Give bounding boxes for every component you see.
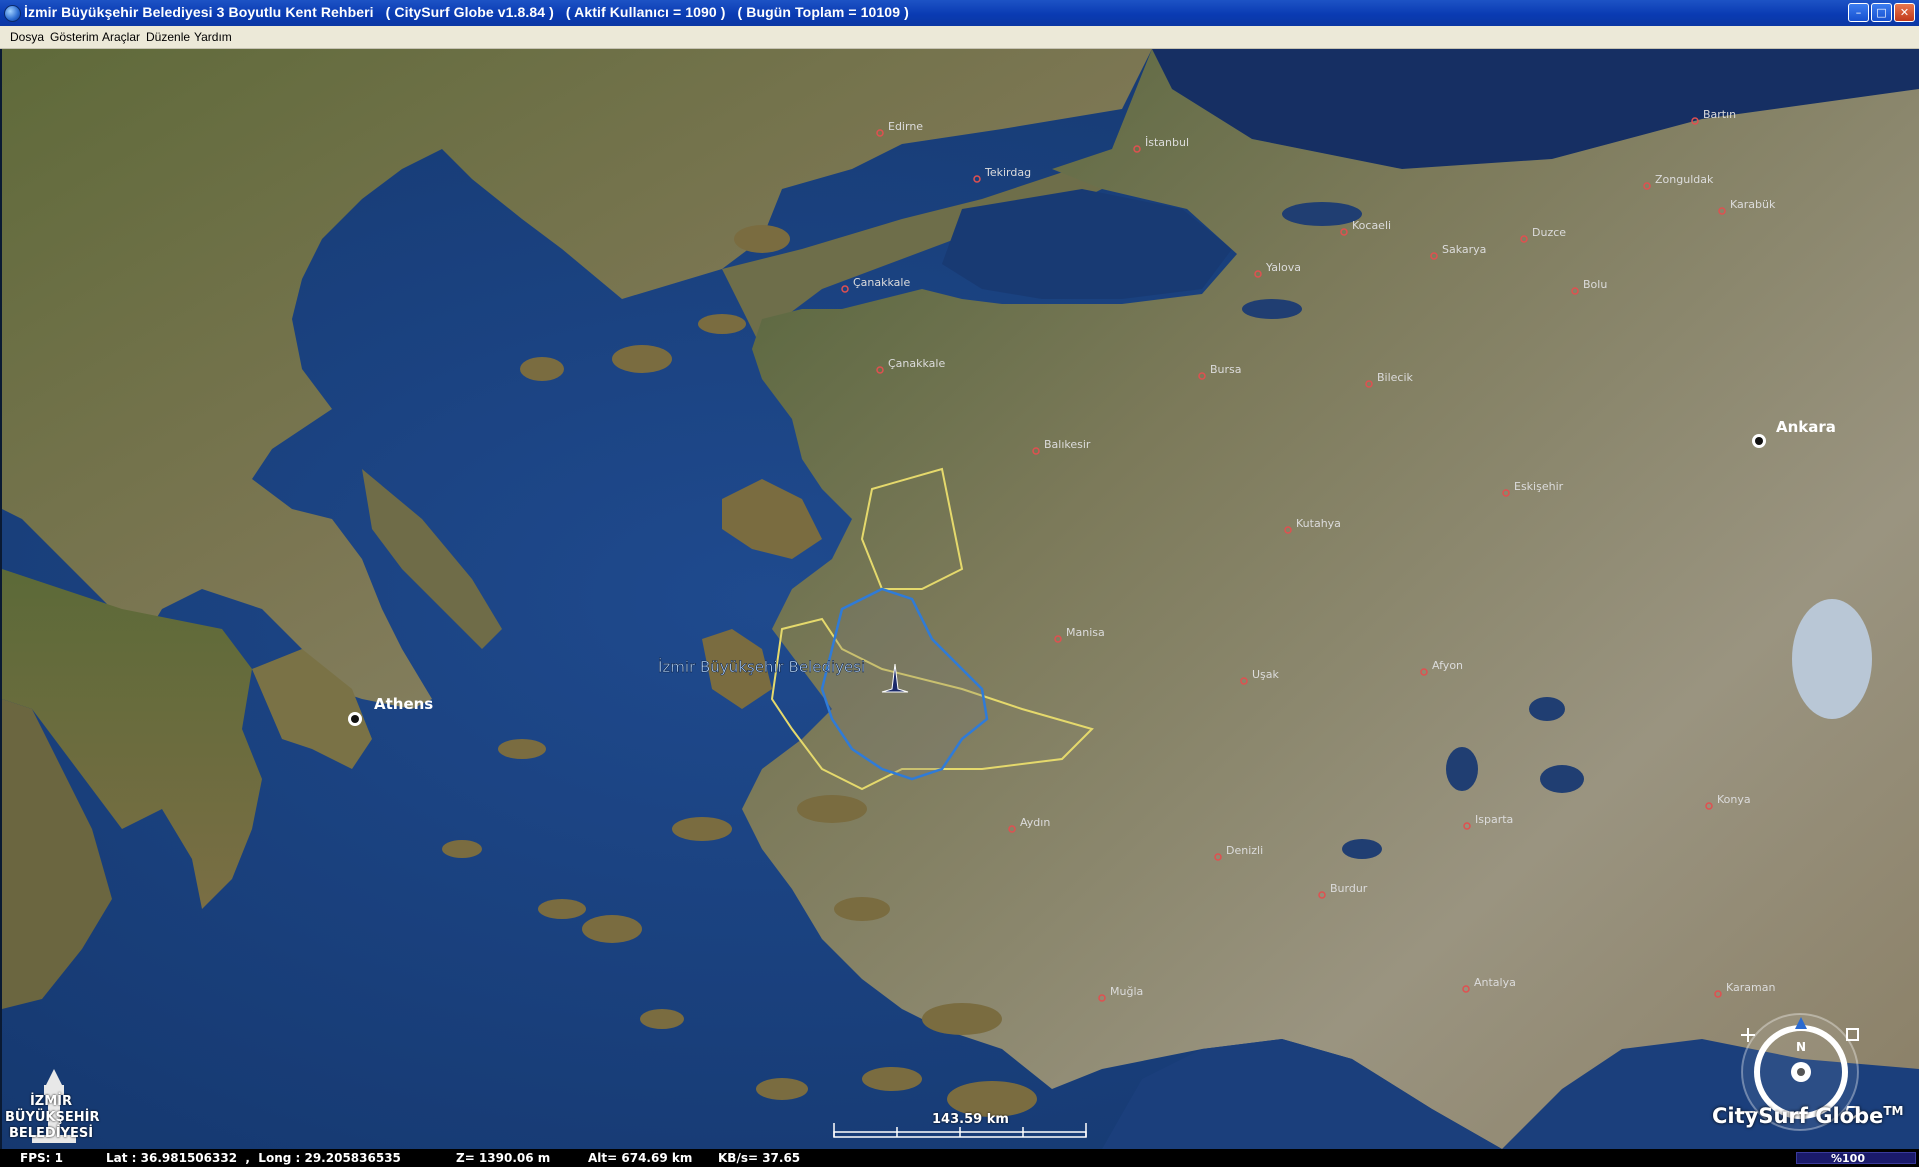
close-button[interactable]: ✕	[1894, 3, 1915, 22]
izmir-focus-label: İzmir Büyükşehir Belediyesi	[658, 657, 865, 676]
status-altitude: Alt= 674.69 km	[588, 1151, 693, 1165]
city-label: Konya	[1717, 793, 1751, 806]
menu-duzenle[interactable]: Düzenle	[146, 30, 190, 44]
citysurf-brand: CitySurf GlobeTM	[1712, 1104, 1904, 1128]
window-controls: – □ ✕	[1848, 3, 1915, 22]
city-label: Aydın	[1020, 816, 1050, 829]
city-label: Karabük	[1730, 198, 1776, 211]
city-label: Bolu	[1583, 278, 1607, 291]
city-label: Duzce	[1532, 226, 1566, 239]
status-fps: FPS: 1	[20, 1151, 63, 1165]
city-label: Denizli	[1226, 844, 1263, 857]
city-label: Bartın	[1703, 108, 1736, 121]
city-label: Antalya	[1474, 976, 1516, 989]
city-label-ankara: Ankara	[1776, 418, 1836, 436]
city-label: Eskişehir	[1514, 480, 1564, 493]
brand-tm: TM	[1883, 1104, 1904, 1118]
scale-distance-label: 143.59 km	[932, 1112, 1009, 1127]
satellite-map[interactable]: İzmir Büyükşehir Belediyesi Athens Ankar…	[2, 49, 1919, 1149]
menu-gosterim[interactable]: Gösterim	[50, 30, 99, 44]
city-label: Manisa	[1066, 626, 1105, 639]
city-label: Edirne	[888, 120, 923, 133]
city-label: Afyon	[1432, 659, 1463, 672]
globe-viewport[interactable]: İzmir Büyükşehir Belediyesi Athens Ankar…	[2, 49, 1919, 1149]
city-label: Balıkesir	[1044, 438, 1091, 451]
city-label: Isparta	[1475, 813, 1513, 826]
status-bar: FPS: 1 Lat : 36.981506332 , Long : 29.20…	[0, 1149, 1919, 1167]
city-label: Bilecik	[1377, 371, 1414, 384]
menu-araclar[interactable]: Araçlar	[102, 30, 140, 44]
salt-lake	[1792, 599, 1872, 719]
zoom-level-label: %100	[1831, 1152, 1865, 1165]
status-z: Z= 1390.06 m	[456, 1151, 551, 1165]
city-label: Karaman	[1726, 981, 1775, 994]
brand-name: CitySurf Globe	[1712, 1104, 1884, 1128]
city-label-athens: Athens	[374, 695, 433, 713]
zoom-level-bar[interactable]: %100	[1796, 1152, 1916, 1165]
logo-line-3: BELEDİYESİ	[8, 1126, 94, 1141]
city-label: İstanbul	[1145, 136, 1189, 149]
city-label: Sakarya	[1442, 243, 1486, 256]
title-bar: İzmir Büyükşehir Belediyesi 3 Boyutlu Ke…	[0, 0, 1919, 26]
status-coordinates: Lat : 36.981506332 , Long : 29.205836535	[106, 1151, 401, 1165]
window-title: İzmir Büyükşehir Belediyesi 3 Boyutlu Ke…	[24, 4, 909, 20]
city-label: Tekirdag	[984, 166, 1031, 179]
city-label: Burdur	[1330, 882, 1368, 895]
logo-line-2: BÜYÜKŞEHİR	[5, 1110, 100, 1125]
minimize-button[interactable]: –	[1848, 3, 1869, 22]
logo-line-1: İZMİR	[29, 1094, 73, 1109]
compass-n-label: N	[1796, 1040, 1806, 1054]
menu-yardim[interactable]: Yardım	[194, 30, 232, 44]
city-label: Uşak	[1252, 668, 1280, 681]
maximize-button[interactable]: □	[1871, 3, 1892, 22]
city-label: Zonguldak	[1655, 173, 1714, 186]
menu-dosya[interactable]: Dosya	[10, 30, 44, 44]
city-label: Çanakkale	[853, 276, 910, 289]
city-label: Muğla	[1110, 985, 1143, 998]
menu-bar: Dosya Gösterim Araçlar Düzenle Yardım	[0, 26, 1919, 49]
municipality-logo-text: İZMİR BÜYÜKŞEHİR BELEDİYESİ	[5, 1094, 100, 1142]
city-label: Çanakkale	[888, 357, 945, 370]
city-label: Kocaeli	[1352, 219, 1391, 232]
app-globe-icon[interactable]	[4, 5, 21, 22]
city-label: Kutahya	[1296, 517, 1341, 530]
status-kbs: KB/s= 37.65	[718, 1151, 801, 1165]
city-label: Bursa	[1210, 363, 1242, 376]
city-label: Yalova	[1265, 261, 1301, 274]
